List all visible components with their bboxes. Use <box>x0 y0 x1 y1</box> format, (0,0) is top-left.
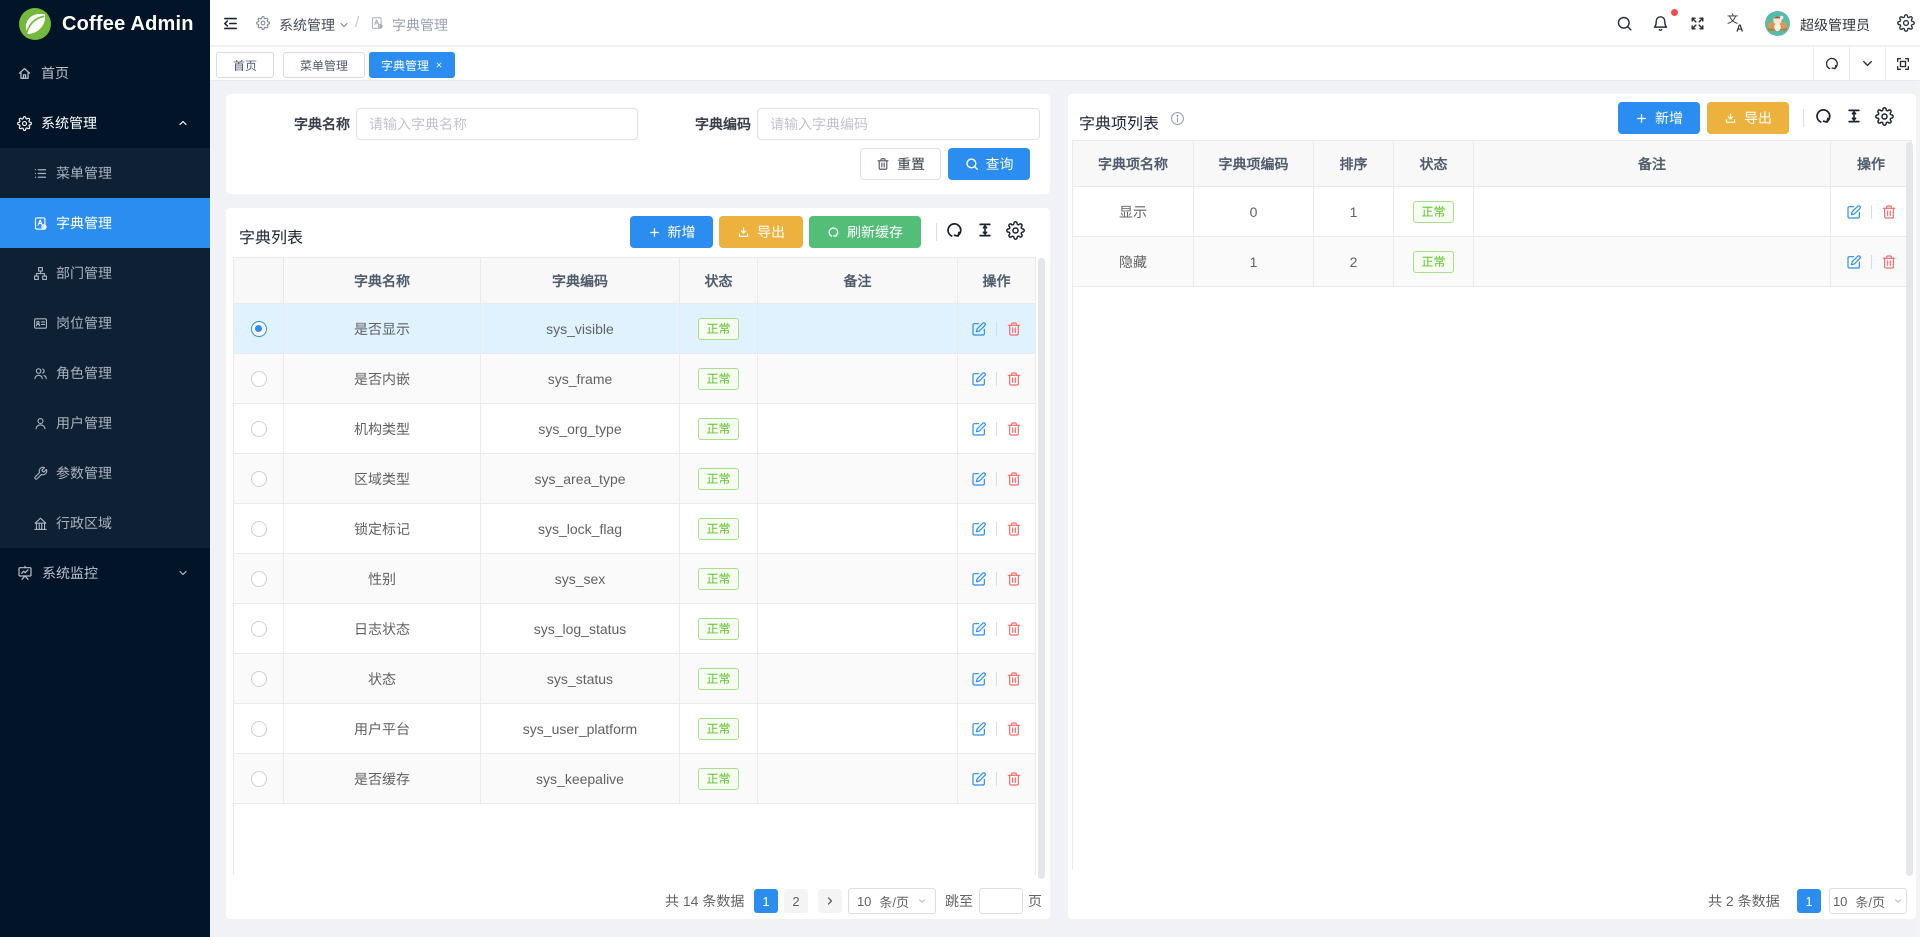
svg-text:A: A <box>1736 23 1743 33</box>
